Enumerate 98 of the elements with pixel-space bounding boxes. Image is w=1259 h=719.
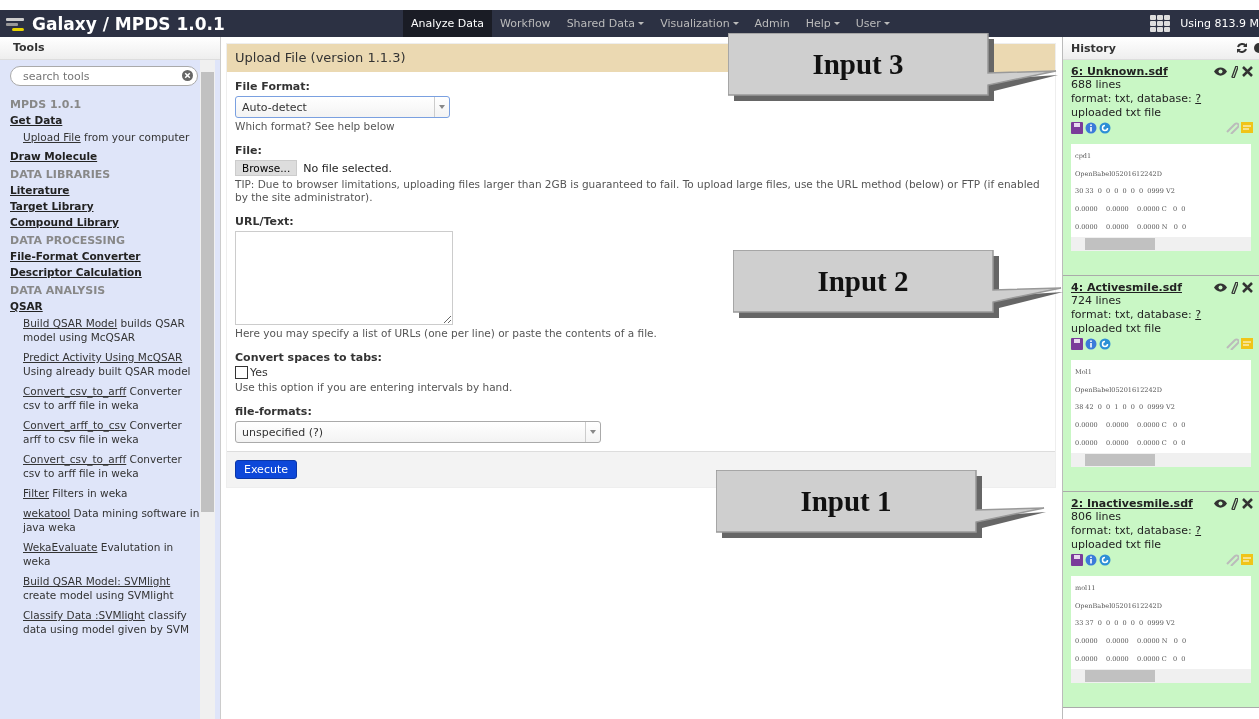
eye-icon[interactable] xyxy=(1214,283,1227,292)
info-icon[interactable] xyxy=(1085,122,1097,134)
tool-link[interactable]: Convert_csv_to_arff xyxy=(23,385,127,397)
checkbox-label[interactable]: Yes xyxy=(250,366,268,379)
tool-entry: Convert_csv_to_arff Converter csv to arff file in weka xyxy=(22,384,183,412)
dataset-info: uploaded txt file xyxy=(1071,322,1163,336)
tool-entry: wekatool Data mining software in java weka xyxy=(22,506,201,534)
save-icon[interactable] xyxy=(1071,554,1083,566)
tool-category-link[interactable]: Literature xyxy=(10,184,200,196)
field-label: file-formats: xyxy=(235,405,313,418)
pencil-icon[interactable] xyxy=(1231,497,1238,510)
tool-link[interactable]: Build QSAR Model xyxy=(23,317,118,329)
grid-icon[interactable] xyxy=(1150,14,1171,33)
section-title: DATA ANALYSIS xyxy=(10,284,107,297)
dataset-title[interactable]: 6: Unknown.sdf xyxy=(1071,65,1168,78)
tool-link[interactable]: wekatool xyxy=(23,507,71,519)
format-text: format: txt, database: xyxy=(1071,92,1193,105)
delete-icon[interactable] xyxy=(1242,66,1253,77)
database-link[interactable]: ? xyxy=(1195,92,1202,105)
tool-entry: Convert_arff_to_csv Converter arff to csv file in weka xyxy=(22,418,183,446)
logo-icon xyxy=(6,15,26,32)
tool-entry: Convert_csv_to_arff Converter csv to arff file in weka xyxy=(22,452,183,480)
nav-tab[interactable]: Shared Data xyxy=(558,10,653,37)
info-icon[interactable] xyxy=(1085,554,1097,566)
tool-entry: Classify Data :SVMlight classify data using model given by SVM xyxy=(22,608,191,636)
pencil-icon[interactable] xyxy=(1231,65,1238,78)
tool-link[interactable]: Upload File xyxy=(23,131,81,143)
dataset-info: uploaded txt file xyxy=(1071,538,1163,552)
tool-entry: Build QSAR Model builds QSAR model using McQSAR xyxy=(22,316,186,344)
save-icon[interactable] xyxy=(1071,338,1083,350)
tool-category-link[interactable]: File-Format Converter xyxy=(10,250,200,262)
execute-button[interactable]: Execute xyxy=(235,460,297,479)
app-title[interactable]: Galaxy / MPDS 1.0.1 xyxy=(32,13,225,34)
select-field[interactable]: Auto-detect xyxy=(235,96,450,118)
section-title: MPDS 1.0.1 xyxy=(10,98,83,111)
tool-category-link[interactable]: QSAR xyxy=(10,300,200,312)
field-label: Convert spaces to tabs: xyxy=(235,351,383,364)
tool-entry: WekaEvaluate Evalutation in weka xyxy=(22,540,175,568)
database-link[interactable]: ? xyxy=(1195,308,1202,321)
rerun-icon[interactable] xyxy=(1099,554,1111,566)
field-label: File Format: xyxy=(235,80,311,93)
scrollbar[interactable] xyxy=(200,60,215,719)
tool-link[interactable]: Predict Activity Using McQSAR xyxy=(23,351,183,363)
tool-link[interactable]: Build QSAR Model: SVMlight xyxy=(23,575,171,587)
delete-icon[interactable] xyxy=(1242,498,1253,509)
clear-icon[interactable] xyxy=(182,70,193,81)
search-field[interactable]: search tools xyxy=(10,66,198,86)
usage-text: Using 813.9 M xyxy=(1180,17,1259,30)
delete-icon[interactable] xyxy=(1242,282,1253,293)
browse-button[interactable]: Browse... xyxy=(235,160,298,176)
panel-header: History xyxy=(1071,41,1116,55)
tool-category-link[interactable]: Descriptor Calculation xyxy=(10,266,200,278)
tool-link[interactable]: Filter xyxy=(23,487,49,499)
refresh-icon[interactable] xyxy=(1236,42,1248,54)
section-title: DATA PROCESSING xyxy=(10,234,126,247)
tool-entry: Build QSAR Model: SVMlight create model using SVMlight xyxy=(22,574,175,602)
save-icon[interactable] xyxy=(1071,122,1083,134)
database-link[interactable]: ? xyxy=(1195,524,1202,537)
tool-link[interactable]: Convert_arff_to_csv xyxy=(23,419,127,431)
dataset-info: uploaded txt file xyxy=(1071,106,1163,120)
tool-link[interactable]: Classify Data :SVMlight xyxy=(23,609,145,621)
line-count: 806 lines xyxy=(1071,510,1123,524)
field-label: File: xyxy=(235,144,263,157)
tool-entry: Upload File from your computer xyxy=(22,130,191,144)
tool-entry: Filter Filters in weka xyxy=(22,486,129,500)
field-label: URL/Text: xyxy=(235,215,295,228)
section-title: DATA LIBRARIES xyxy=(10,168,112,181)
help-text: Use this option if you are entering intervals by hand. xyxy=(235,381,514,394)
eye-icon[interactable] xyxy=(1214,499,1227,508)
help-text: Which format? See help below xyxy=(235,120,396,133)
rerun-icon[interactable] xyxy=(1099,338,1111,350)
format-text: format: txt, database: xyxy=(1071,524,1193,537)
nav-tab[interactable]: Workflow xyxy=(492,10,559,37)
line-count: 724 lines xyxy=(1071,294,1123,308)
format-text: format: txt, database: xyxy=(1071,308,1193,321)
tool-entry: Predict Activity Using McQSAR Using already built QSAR model xyxy=(22,350,192,378)
tool-category-link[interactable]: Target Library xyxy=(10,200,200,212)
tool-category-link[interactable]: Get Data xyxy=(10,114,200,126)
help-text: TIP: Due to browser limitations, uploading files larger than 2GB is guaranteed to fail. To upload large files, use the URL method (below) or FTP (if enabled by the site administrator). xyxy=(235,178,1041,204)
paperclip-icon[interactable] xyxy=(1225,338,1239,350)
nav-tab[interactable]: Analyze Data xyxy=(403,10,493,37)
file-status: No file selected. xyxy=(303,161,392,175)
rerun-icon[interactable] xyxy=(1099,122,1111,134)
tool-link[interactable]: Convert_csv_to_arff xyxy=(23,453,127,465)
paperclip-icon[interactable] xyxy=(1225,554,1239,566)
line-count: 688 lines xyxy=(1071,78,1123,92)
tool-category-link[interactable]: Draw Molecule xyxy=(10,150,200,162)
info-icon[interactable] xyxy=(1085,338,1097,350)
dataset-title[interactable]: 4: Activesmile.sdf xyxy=(1071,281,1182,294)
tool-link[interactable]: WekaEvaluate xyxy=(23,541,98,553)
tool-category-link[interactable]: Compound Library xyxy=(10,216,200,228)
dataset-title[interactable]: 2: Inactivesmile.sdf xyxy=(1071,497,1193,510)
paperclip-icon[interactable] xyxy=(1225,122,1239,134)
pencil-icon[interactable] xyxy=(1231,281,1238,294)
help-text: Here you may specify a list of URLs (one per line) or paste the contents of a file. xyxy=(235,327,658,340)
eye-icon[interactable] xyxy=(1214,67,1227,76)
checkbox[interactable] xyxy=(235,366,248,379)
select-field[interactable]: unspecified (?) xyxy=(235,421,601,443)
